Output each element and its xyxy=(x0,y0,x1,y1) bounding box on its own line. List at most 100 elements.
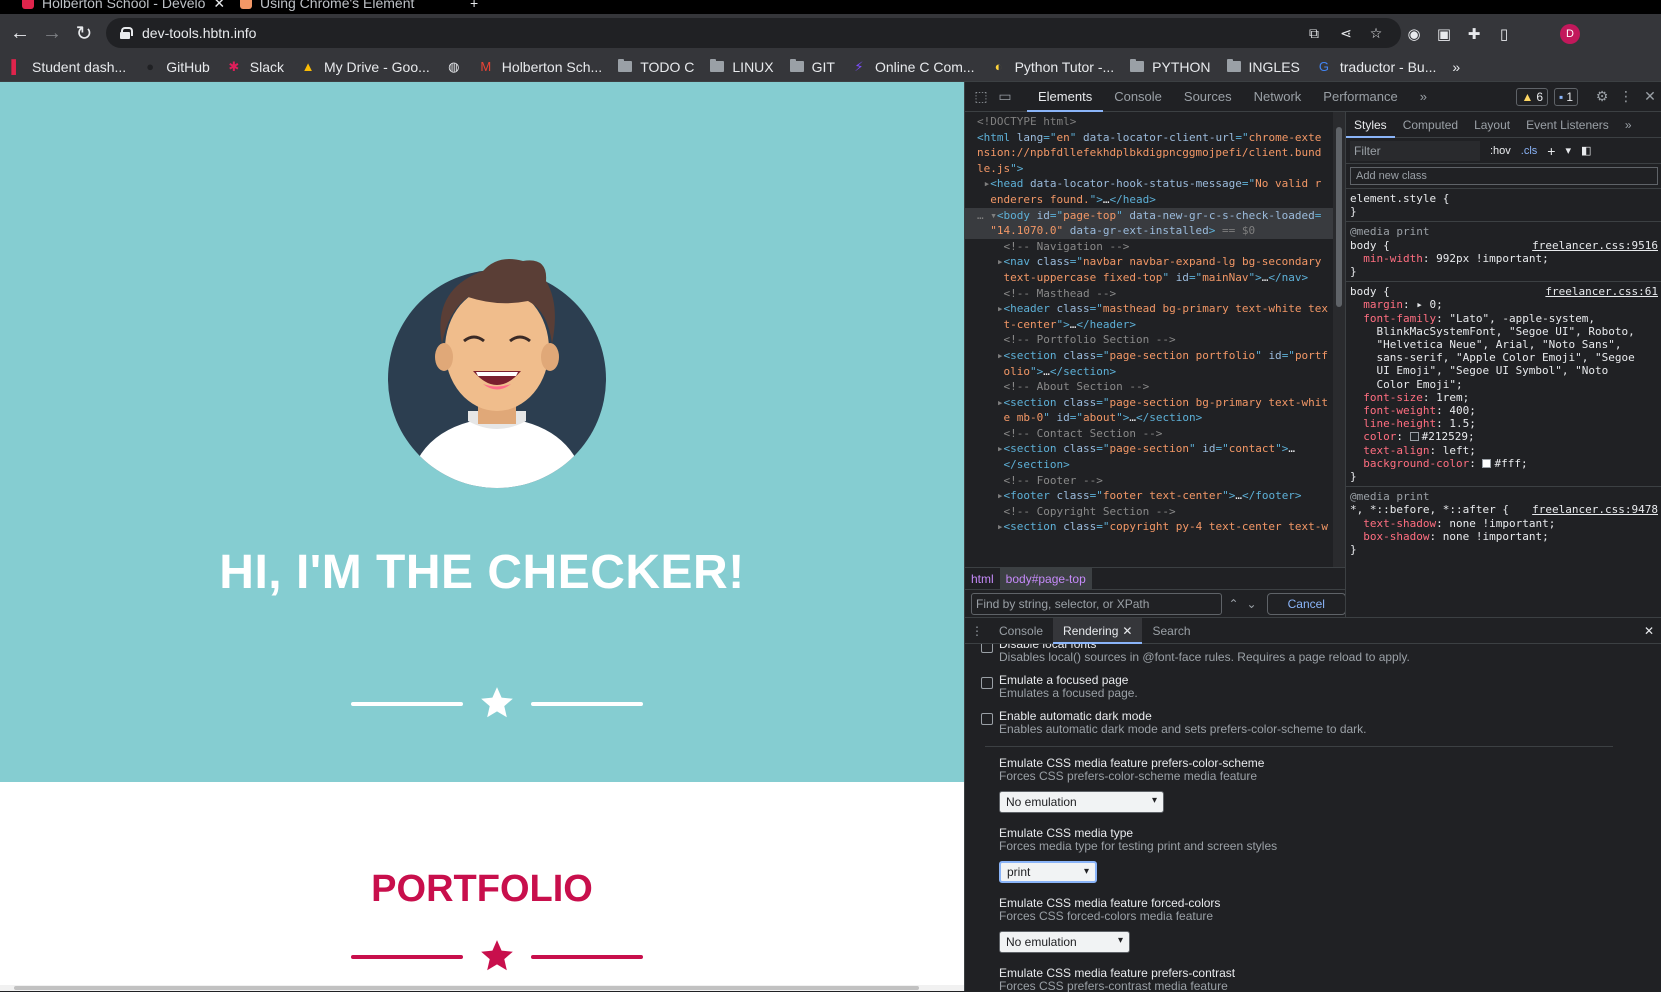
rule-source-link[interactable]: freelancer.css:61 xyxy=(1545,285,1658,298)
bookmark-item[interactable]: PYTHON xyxy=(1122,59,1218,75)
bookmark-item[interactable]: ▲ My Drive - Goo... xyxy=(292,59,438,75)
css-declaration[interactable]: margin: ▸ 0; xyxy=(1350,298,1658,311)
dom-node-line[interactable]: … ▾<body id="page-top" data-new-gr-c-s-c… xyxy=(965,207,1333,224)
dom-node-line[interactable]: ▸<footer class="footer text-center">…</f… xyxy=(965,488,1333,504)
dom-node-line[interactable]: olio">…</section> xyxy=(965,364,1333,380)
css-declaration[interactable]: font-family: "Lato", -apple-system, xyxy=(1350,312,1658,325)
css-declaration[interactable]: text-align: left; xyxy=(1350,444,1658,457)
color-swatch[interactable] xyxy=(1409,432,1419,442)
tab-performance[interactable]: Performance xyxy=(1312,82,1408,112)
scrollbar-thumb[interactable] xyxy=(1336,127,1342,307)
bookmark-item[interactable]: ● GitHub xyxy=(134,59,218,75)
extension-screen-icon[interactable]: ▣ xyxy=(1434,24,1454,44)
dom-node-line[interactable]: le.js"> xyxy=(965,161,1333,177)
option-checkbox[interactable] xyxy=(981,644,993,653)
dom-node-line[interactable]: ▸<section class="page-section" id="conta… xyxy=(965,441,1333,457)
dom-node-line[interactable]: enderers found.">…</head> xyxy=(965,192,1333,208)
dom-node-line[interactable]: "14.1070.0" data-gr-ext-installed> == $0 xyxy=(965,223,1333,239)
dom-tree[interactable]: <!DOCTYPE html> <html lang="en" data-loca… xyxy=(965,112,1333,567)
css-declaration[interactable]: line-height: 1.5; xyxy=(1350,417,1658,430)
styles-more-tabs[interactable]: » xyxy=(1617,112,1640,138)
styles-tab-styles[interactable]: Styles xyxy=(1346,112,1395,138)
css-declaration[interactable]: text-shadow: none !important; xyxy=(1350,517,1658,530)
settings-gear-icon[interactable]: ⚙ xyxy=(1590,85,1614,109)
rule-source-link[interactable]: freelancer.css:9516 xyxy=(1532,239,1658,252)
find-input[interactable]: Find by string, selector, or XPath xyxy=(971,592,1223,615)
bookmark-item[interactable]: Gtraductor - Bu... xyxy=(1308,59,1444,75)
translate-icon[interactable]: ⧉ xyxy=(1306,25,1322,41)
drawer-menu-icon[interactable]: ⋮ xyxy=(965,624,989,638)
share-icon[interactable]: ⋖ xyxy=(1338,25,1354,41)
bookmark-item[interactable]: ⚡ Online C Com... xyxy=(843,59,983,75)
styles-tab-event-listeners[interactable]: Event Listeners xyxy=(1518,112,1617,138)
dom-node-line[interactable]: text-uppercase fixed-top" id="mainNav">…… xyxy=(965,270,1333,286)
styles-tab-layout[interactable]: Layout xyxy=(1466,112,1518,138)
bookmark-item[interactable]: TODO C xyxy=(610,59,702,75)
close-devtools-icon[interactable]: ✕ xyxy=(1638,85,1661,109)
bookmark-item[interactable]: M Holberton Sch... xyxy=(470,59,610,75)
css-declaration[interactable]: min-width: 992px !important; xyxy=(1350,252,1658,265)
emulation-select[interactable]: No emulation xyxy=(999,931,1130,953)
dom-node-line[interactable]: <!-- Contact Section --> xyxy=(965,426,1333,442)
add-class-input[interactable]: Add new class xyxy=(1350,167,1658,185)
warnings-badge[interactable]: ▲ 6 xyxy=(1516,87,1549,106)
tab-close-icon[interactable]: ✕ xyxy=(213,0,225,12)
drawer-tab-search[interactable]: Search xyxy=(1142,618,1200,644)
rule-selector[interactable]: body { xyxy=(1350,239,1390,252)
option-checkbox[interactable] xyxy=(981,677,993,689)
styles-filter-input[interactable]: Filter xyxy=(1350,140,1480,161)
reload-icon[interactable]: ↻ xyxy=(68,17,100,49)
tab-console[interactable]: Console xyxy=(1103,82,1173,112)
tab-network[interactable]: Network xyxy=(1243,82,1313,112)
css-declaration[interactable]: font-weight: 400; xyxy=(1350,404,1658,417)
option-checkbox[interactable] xyxy=(981,713,993,725)
messages-badge[interactable]: ▪ 1 xyxy=(1554,87,1578,106)
find-next-icon[interactable]: ⌄ xyxy=(1247,597,1257,611)
back-arrow-icon[interactable]: ← xyxy=(4,17,36,49)
address-bar[interactable]: dev-tools.hbtn.info ⧉ ⋖ ☆ xyxy=(106,18,1401,48)
css-declaration[interactable]: color: #212529; xyxy=(1350,430,1658,443)
dom-node-line[interactable]: ▸<section class="copyright py-4 text-cen… xyxy=(965,519,1333,535)
profile-avatar[interactable]: D xyxy=(1560,24,1580,44)
side-panel-icon[interactable]: ▯ xyxy=(1494,24,1514,44)
dom-node-line[interactable]: <!-- Navigation --> xyxy=(965,239,1333,255)
device-toolbar-icon[interactable]: ▭ xyxy=(993,85,1017,109)
bookmark-item[interactable]: ✱ Slack xyxy=(218,59,292,75)
dom-tree-scrollbar[interactable] xyxy=(1333,112,1345,567)
bookmarks-overflow-icon[interactable]: » xyxy=(1444,59,1468,75)
drawer-tab-rendering[interactable]: Rendering ✕ xyxy=(1053,617,1143,644)
close-drawer-icon[interactable]: ✕ xyxy=(1644,624,1654,638)
page-horizontal-scrollbar[interactable] xyxy=(0,985,964,991)
new-rule-plus-icon[interactable]: + xyxy=(1547,143,1555,159)
breadcrumb-item[interactable]: html xyxy=(965,568,1000,590)
rule-source-link[interactable]: freelancer.css:9478 xyxy=(1532,503,1658,516)
color-swatch[interactable] xyxy=(1482,458,1492,468)
kebab-menu-icon[interactable]: ⋮ xyxy=(1614,85,1638,109)
css-declaration[interactable]: BlinkMacSystemFont, "Segoe UI", Roboto, xyxy=(1350,325,1658,338)
bookmark-item[interactable]: LINUX xyxy=(702,59,781,75)
breadcrumb-item[interactable]: body#page-top xyxy=(999,567,1092,590)
tab-elements[interactable]: Elements xyxy=(1027,82,1104,112)
bookmark-item[interactable]: GIT xyxy=(782,59,843,75)
bookmark-item[interactable]: ▌ Student dash... xyxy=(0,59,134,75)
css-declaration[interactable]: sans-serif, "Apple Color Emoji", "Segoe xyxy=(1350,351,1658,364)
extension-owl-icon[interactable]: ◉ xyxy=(1404,24,1424,44)
url-text[interactable]: dev-tools.hbtn.info xyxy=(142,25,256,41)
rule-selector[interactable]: element.style { xyxy=(1350,192,1449,205)
cls-toggle[interactable]: .cls xyxy=(1521,145,1538,157)
css-declaration[interactable]: "Helvetica Neue", Arial, "Noto Sans", xyxy=(1350,338,1658,351)
dom-node-line[interactable]: <!DOCTYPE html> xyxy=(965,114,1333,130)
dom-node-line[interactable]: <!-- About Section --> xyxy=(965,379,1333,395)
css-declaration[interactable]: Color Emoji"; xyxy=(1350,378,1658,391)
css-declaration[interactable]: background-color: #fff; xyxy=(1350,457,1658,470)
find-cancel-button[interactable]: Cancel xyxy=(1266,592,1345,615)
dom-node-line[interactable]: <!-- Portfolio Section --> xyxy=(965,332,1333,348)
bookmark-item[interactable]: ◍ xyxy=(438,59,470,75)
bookmark-item[interactable]: ◐ Python Tutor -... xyxy=(983,59,1123,75)
tab-holberton[interactable]: Holberton School - Develo ✕ xyxy=(22,0,225,14)
find-prev-icon[interactable]: ⌃ xyxy=(1228,597,1238,611)
forward-arrow-icon[interactable]: → xyxy=(36,17,68,49)
bookmark-star-icon[interactable]: ☆ xyxy=(1368,25,1384,41)
extensions-puzzle-icon[interactable]: ✚ xyxy=(1464,24,1484,44)
dom-node-line[interactable]: <html lang="en" data-locator-client-url=… xyxy=(965,130,1333,146)
